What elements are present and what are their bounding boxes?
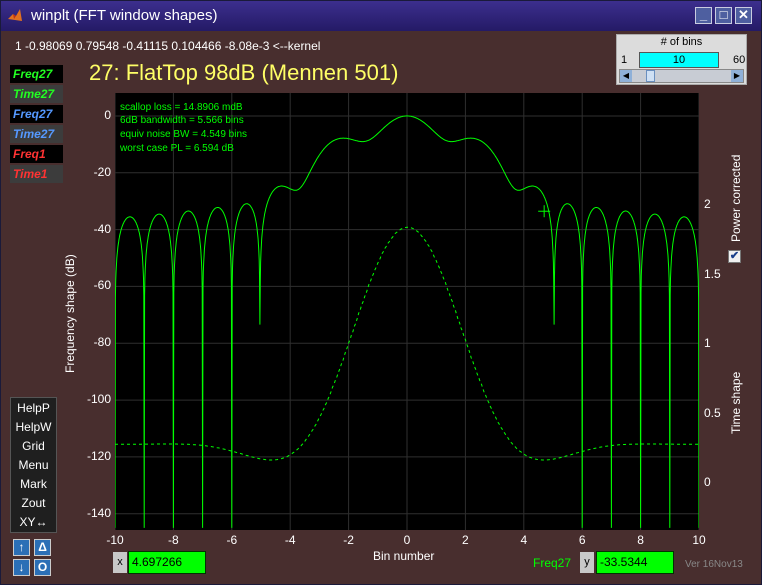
menu-button[interactable]: Menu xyxy=(11,456,56,474)
y-tick-label: -100 xyxy=(86,392,111,407)
y-tick-label: -20 xyxy=(93,164,111,179)
x-tick-label: -10 xyxy=(106,533,124,547)
helpp-button[interactable]: HelpP xyxy=(11,399,56,417)
xy-swap-button[interactable]: XY↔ xyxy=(11,513,56,531)
version-label: Ver 16Nov13 xyxy=(685,559,743,570)
x-axis-label: Bin number xyxy=(373,549,435,563)
plot-canvas xyxy=(115,93,699,530)
circle-button[interactable]: O xyxy=(34,559,51,576)
x-tick-label: 8 xyxy=(637,533,644,547)
x-tick-label: 10 xyxy=(692,533,706,547)
legend-item-time27[interactable]: Time27 xyxy=(10,125,63,143)
slider-thumb[interactable] xyxy=(646,70,656,82)
down-arrow-button[interactable]: ↓ xyxy=(13,559,30,576)
bins-min-label: 1 xyxy=(621,54,628,66)
y-tick-label: -140 xyxy=(86,505,111,520)
x-tick-label: 4 xyxy=(520,533,528,547)
plot-area[interactable]: scallop loss = 14.8906 mdB 6dB bandwidth… xyxy=(115,93,699,530)
up-arrow-button[interactable]: ↑ xyxy=(13,539,30,556)
y2-tick-label: 1.5 xyxy=(704,266,721,281)
cursor-trace-name: Freq27 xyxy=(533,556,572,570)
minimize-button[interactable]: _ xyxy=(695,7,712,24)
x-tick-label: 0 xyxy=(403,533,411,547)
y-tick-label: 0 xyxy=(104,107,111,122)
y2-axis-label: Time shape xyxy=(729,371,743,434)
maximize-button[interactable]: □ xyxy=(715,7,732,24)
slider-right-arrow[interactable]: ▶ xyxy=(731,70,743,82)
mark-button[interactable]: Mark xyxy=(11,475,56,493)
y-tick-label: -40 xyxy=(93,221,111,236)
bins-panel: # of bins 1 10 60 ◀ ▶ xyxy=(616,34,747,85)
y2-tick-label: 0 xyxy=(704,475,711,489)
annotation-equiv-noise-bw: equiv noise BW = 4.549 bins xyxy=(120,129,248,140)
power-corrected-checkbox[interactable]: ✔ xyxy=(728,250,741,263)
title-bar[interactable]: winplt (FFT window shapes) _ □ ✕ xyxy=(1,1,761,31)
legend-item-time27[interactable]: Time27 xyxy=(10,85,63,103)
delta-button[interactable]: Δ xyxy=(34,539,51,556)
plot-title: 27: FlatTop 98dB (Mennen 501) xyxy=(89,60,399,85)
annotation-6db-bandwidth: 6dB bandwidth = 5.566 bins xyxy=(120,115,244,126)
bins-slider[interactable]: ◀ ▶ xyxy=(619,69,744,83)
grid-button[interactable]: Grid xyxy=(11,437,56,455)
x-tick-label: 6 xyxy=(578,533,586,547)
app-window: winplt (FFT window shapes) _ □ ✕ 1 -0.98… xyxy=(0,0,762,585)
power-corrected-label: Power corrected xyxy=(729,154,743,242)
x-tick-label: -4 xyxy=(284,533,296,547)
y2-tick-label: 1 xyxy=(704,336,711,350)
x-tick-label: -6 xyxy=(226,533,238,547)
window-title: winplt (FFT window shapes) xyxy=(31,7,218,24)
annotation-scallop-loss: scallop loss = 14.8906 mdB xyxy=(120,102,243,113)
y2-tick-label: 0.5 xyxy=(704,405,721,420)
legend-item-time1[interactable]: Time1 xyxy=(10,165,63,183)
x-cursor-label: x xyxy=(113,552,127,573)
y-cursor-label: y xyxy=(580,552,594,573)
matlab-icon xyxy=(7,7,23,28)
bins-label: # of bins xyxy=(660,36,703,48)
y-tick-label: -120 xyxy=(86,448,111,463)
bins-max-label: 60 xyxy=(733,54,746,66)
y-tick-label: -60 xyxy=(93,278,111,293)
legend-item-freq27[interactable]: Freq27 xyxy=(10,65,63,83)
y2-tick-label: 2 xyxy=(704,197,711,211)
legend-item-freq1[interactable]: Freq1 xyxy=(10,145,63,163)
y-cursor-field[interactable]: -33.5344 xyxy=(596,551,674,574)
helpw-button[interactable]: HelpW xyxy=(11,418,56,436)
zout-button[interactable]: Zout xyxy=(11,494,56,512)
y-tick-label: -80 xyxy=(93,335,111,350)
x-cursor-field[interactable]: 4.697266 xyxy=(128,551,206,574)
annotation-worst-case-pl: worst case PL = 6.594 dB xyxy=(120,143,234,154)
kernel-coefficients: 1 -0.98069 0.79548 -0.41115 0.104466 -8.… xyxy=(15,39,321,53)
close-button[interactable]: ✕ xyxy=(735,7,752,24)
x-tick-label: -8 xyxy=(168,533,179,547)
x-tick-label: 2 xyxy=(462,533,469,547)
y-axis-label: Frequency shape (dB) xyxy=(63,254,77,373)
bins-value-field[interactable]: 10 xyxy=(639,52,719,68)
legend-item-freq27[interactable]: Freq27 xyxy=(10,105,63,123)
slider-left-arrow[interactable]: ◀ xyxy=(620,70,632,82)
x-tick-label: -2 xyxy=(343,533,354,547)
